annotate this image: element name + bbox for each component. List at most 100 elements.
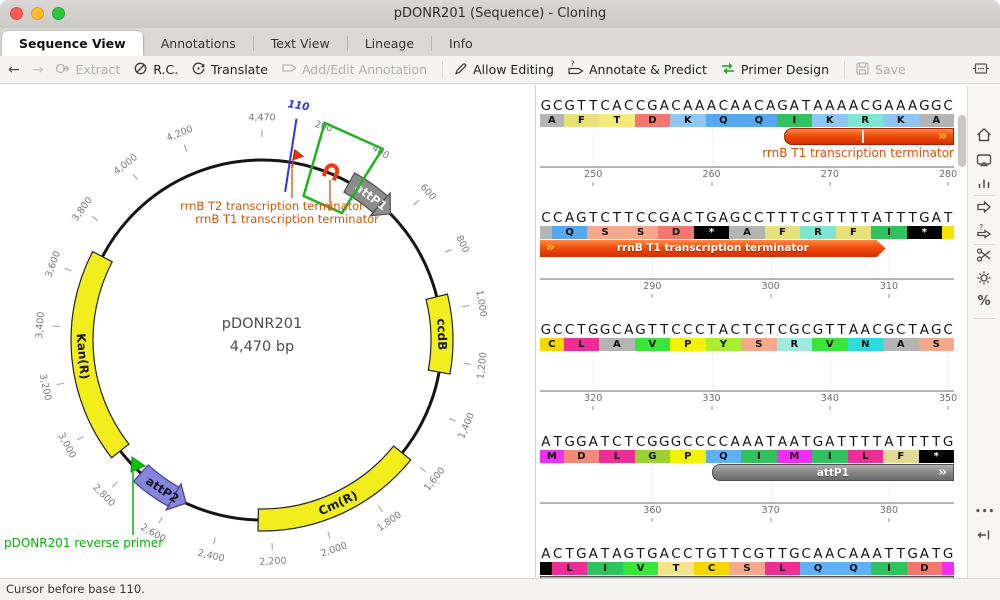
amino-acid-cell: M	[540, 450, 564, 463]
sequence-row[interactable]: GCGTTCACCGACAAACAACAGATAAAACGAAAGGCAFTDK…	[540, 95, 954, 207]
amino-acid-cell: G	[635, 450, 670, 463]
amino-acid-cell: T	[599, 114, 634, 127]
map-tick	[184, 145, 187, 152]
sequence-row[interactable]: CCAGTCTTCCGACTGAGCCTTTCGTTTTATTTGATQSSD*…	[540, 207, 954, 319]
map-tick-label: 2,200	[259, 556, 287, 568]
nucleotide-sequence[interactable]: ACTGATAGTGACCTGTTCGTTGCAACAAATTGATG	[540, 546, 954, 562]
bar-chart-icon[interactable]	[975, 174, 993, 192]
arrow-annotation-icon[interactable]	[975, 198, 993, 216]
scissors-icon[interactable]	[975, 246, 993, 264]
ruler-tick	[888, 294, 889, 298]
ruler-number: 250	[584, 169, 602, 180]
map-tick-label: 1,400	[456, 411, 477, 440]
ruler-line	[540, 166, 954, 168]
add-edit-annotation-button[interactable]: Add/Edit Annotation	[281, 61, 427, 78]
sequence-view-panel[interactable]: GCGTTCACCGACAAACAACAGATAAAACGAAAGGCAFTDK…	[537, 85, 957, 578]
collapse-panel-icon[interactable]	[975, 526, 993, 544]
annotate-predict-button[interactable]: ? Annotate & Predict	[567, 60, 707, 79]
gear-icon[interactable]	[975, 269, 993, 287]
sequence-row[interactable]: ATGGATCTCGGGCCCCAAATAATGATTTTATTTTGMDLGP…	[540, 431, 954, 543]
tab-info[interactable]: Info	[432, 31, 490, 56]
annotation-bar[interactable]: ››	[784, 128, 954, 145]
annotate-predict-icon: ?	[567, 60, 584, 79]
primer-design-button[interactable]: Primer Design	[720, 61, 829, 79]
scrollbar-thumb[interactable]	[958, 115, 966, 167]
map-tick-label: 3,600	[43, 250, 63, 279]
annotation-bar[interactable]: ››rrnB T1 transcription terminator	[540, 240, 886, 257]
sequence-row[interactable]: ACTGATAGTGACCTGTTCGTTGCAACAAATTGATGLIVTC…	[540, 543, 954, 578]
nucleotide-sequence[interactable]: GCCTGGCAGTTCCCTACTCTCGCGTTAACGCTAGC	[540, 322, 954, 338]
home-icon[interactable]	[975, 126, 993, 144]
close-window-button[interactable]	[10, 7, 23, 20]
ruler-number: 340	[821, 393, 839, 404]
amino-acid-cell: L	[552, 562, 587, 575]
map-tick	[420, 467, 425, 471]
map-tick-label: 4,470	[248, 113, 275, 124]
tab-bar: Sequence View Annotations Text View Line…	[0, 28, 1000, 56]
nucleotide-sequence[interactable]: GCGTTCACCGACAAACAACAGATAAAACGAAAGGC	[540, 98, 954, 114]
save-icon	[855, 61, 870, 79]
amino-acid-cell: M	[777, 450, 812, 463]
terminator-icon[interactable]	[324, 164, 339, 181]
map-tick-label: 800	[453, 234, 471, 255]
back-button[interactable]: ←	[8, 62, 20, 78]
translate-icon	[191, 61, 206, 79]
status-bar: Cursor before base 110.	[0, 578, 1000, 600]
ruler-tick	[652, 294, 653, 298]
map-tick	[445, 249, 451, 252]
amino-acid-cell: R	[777, 338, 812, 351]
amino-acid-cell: S	[919, 338, 954, 351]
minimize-window-button[interactable]	[31, 7, 44, 20]
map-tick-label: 2,000	[319, 540, 348, 559]
amino-acid-cell: D	[635, 114, 670, 127]
ruler-number: 350	[939, 393, 957, 404]
ruler-line	[540, 278, 954, 280]
panel-layout-button[interactable]	[972, 60, 990, 80]
ruler-number: 360	[643, 505, 661, 516]
ruler-tick	[593, 182, 594, 186]
display-icon[interactable]	[975, 151, 993, 169]
sequence-row[interactable]: GCCTGGCAGTTCCCTACTCTCGCGTTAACGCTAGCCLAVP…	[540, 319, 954, 431]
plasmid-map[interactable]: attP1ccdBCm(R)attP2Kan(R)2004006008001,0…	[0, 85, 536, 578]
terminator-icon[interactable]	[292, 150, 304, 170]
nucleotide-sequence[interactable]: ATGGATCTCGGGCCCCAAATAATGATTTTATTTTG	[540, 434, 954, 450]
map-tick-label: 1,800	[375, 509, 404, 534]
forward-button[interactable]: →	[32, 62, 44, 78]
allow-editing-button[interactable]: Allow Editing	[453, 61, 554, 79]
percent-icon[interactable]: %	[975, 293, 993, 311]
save-button[interactable]: Save	[855, 61, 906, 79]
map-tick	[57, 383, 64, 384]
amino-acid-cell: R	[848, 114, 883, 127]
tab-annotations[interactable]: Annotations	[144, 31, 253, 56]
nucleotide-sequence[interactable]: CCAGTCTTCCGACTGAGCCTTTCGTTTTATTTGAT	[540, 210, 954, 226]
amino-acid-cell: I	[741, 450, 776, 463]
predict-annotation-icon[interactable]: ?	[975, 223, 993, 241]
map-tick-label: 2,400	[196, 548, 225, 565]
translate-button[interactable]: Translate	[191, 61, 268, 79]
plasmid-map-panel[interactable]: attP1ccdBCm(R)attP2Kan(R)2004006008001,0…	[0, 85, 536, 578]
chevron-icon: ››	[938, 129, 945, 145]
extract-button[interactable]: Extract	[55, 61, 120, 79]
cursor-position-label: 110	[287, 98, 311, 113]
more-options-icon[interactable]: •••	[975, 503, 993, 521]
ruler-number: 260	[702, 169, 720, 180]
reverse-complement-button[interactable]: R.C.	[133, 61, 178, 79]
map-tick	[133, 174, 137, 180]
tab-text-view[interactable]: Text View	[254, 31, 347, 56]
amino-acid-cell: V	[623, 562, 658, 575]
map-tick	[449, 419, 455, 422]
tab-lineage[interactable]: Lineage	[348, 31, 431, 56]
map-tick	[112, 482, 117, 487]
svg-text:?: ?	[979, 223, 983, 232]
terminator-label: rrnB T2 transcription terminator	[180, 199, 364, 213]
map-tick	[414, 200, 419, 205]
amino-acid-cell: N	[848, 338, 883, 351]
panel-layout-icon	[972, 60, 990, 80]
zoom-window-button[interactable]	[52, 7, 65, 20]
ruler-tick	[948, 182, 949, 186]
tab-sequence-view[interactable]: Sequence View	[2, 31, 143, 56]
title-bar: pDONR201 (Sequence) - Cloning	[0, 0, 1000, 29]
annotation-bar[interactable]: ››attP1	[712, 464, 954, 481]
amino-acid-cell: F	[765, 226, 800, 239]
vertical-scrollbar[interactable]	[957, 85, 967, 578]
